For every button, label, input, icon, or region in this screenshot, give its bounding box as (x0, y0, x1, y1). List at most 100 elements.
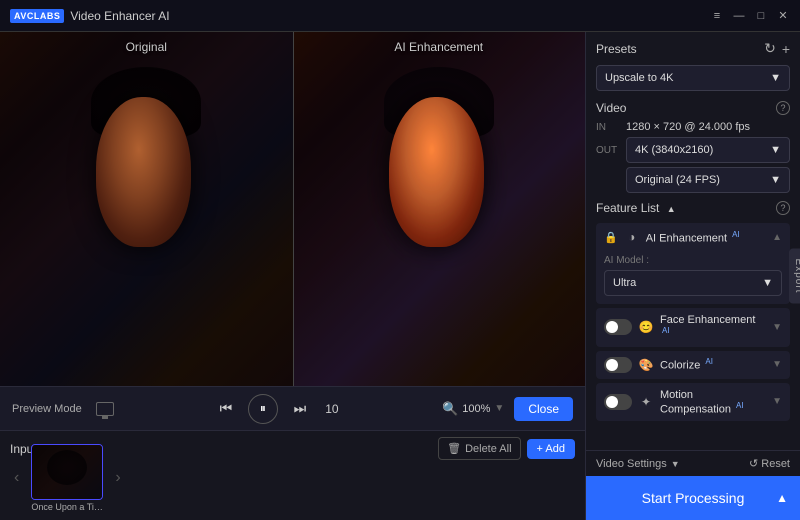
input-section: Input 🗑 Delete All + Add ‹ (0, 430, 585, 520)
face-left (96, 97, 191, 247)
logo-text: AVCLABS (10, 9, 64, 23)
ai-enhancement-icon: ◑ (624, 229, 640, 245)
right-scroll[interactable]: Presets ↻ + Upscale to 4K ▼ Video ? IN 1… (586, 32, 800, 450)
model-label: AI Model : (604, 255, 782, 266)
out-res-value: 4K (3840x2160) (635, 144, 713, 156)
ai-expand-icon[interactable]: ▲ (772, 232, 782, 243)
ai-bg (293, 32, 586, 386)
feature-motion-compensation: ✦ Motion Compensation AI ▼ (596, 383, 790, 422)
title-bar: AVCLABS Video Enhancer AI ≡ — □ ✕ (0, 0, 800, 32)
close-btn[interactable]: ✕ (776, 9, 790, 23)
preset-value: Upscale to 4K (605, 72, 673, 84)
face-name-text: Face Enhancement (660, 314, 755, 326)
fps-dropdown[interactable]: Original (24 FPS) ▼ (626, 167, 790, 193)
face-toggle[interactable] (604, 319, 632, 335)
export-tab[interactable]: Export (789, 249, 800, 304)
colorize-expand-icon[interactable]: ▼ (772, 359, 782, 370)
preset-chevron: ▼ (770, 72, 781, 84)
feature-help-icon[interactable]: ? (776, 201, 790, 215)
ai-badge-3: AI (736, 401, 744, 410)
start-processing-container[interactable]: Start Processing ▲ (586, 476, 800, 520)
colorize-name: Colorize AI (660, 357, 766, 372)
fps-value: Original (24 FPS) (635, 174, 720, 186)
feature-colorize: 🎨 Colorize AI ▼ (596, 351, 790, 379)
video-settings-bar: Video Settings ▼ ↺ Reset (586, 450, 800, 476)
preview-mode-label: Preview Mode (12, 403, 82, 415)
skip-fwd-btn[interactable]: ⏭ (288, 397, 312, 421)
add-preset-icon[interactable]: + (782, 41, 790, 57)
frame-counter: 10 (322, 402, 342, 416)
reset-btn[interactable]: ↺ Reset (749, 457, 790, 470)
feature-list-title-text: Feature List (596, 201, 659, 215)
colorize-icon: 🎨 (638, 357, 654, 373)
minimize-btn[interactable]: — (732, 9, 746, 23)
motion-icon: ✦ (638, 394, 654, 410)
zoom-control[interactable]: 🔍 100% ▼ (442, 401, 504, 417)
app-title: Video Enhancer AI (70, 9, 169, 23)
out-resolution-dropdown[interactable]: 4K (3840x2160) ▼ (626, 137, 790, 163)
left-panel: Original AI Enhancement (0, 32, 585, 520)
zoom-icon: 🔍 (442, 401, 458, 417)
zoom-level: 100% (462, 403, 490, 415)
video-settings-label[interactable]: Video Settings ▼ (596, 458, 680, 470)
scroll-right-btn[interactable]: › (111, 469, 124, 487)
ai-badge-2: AI (705, 357, 713, 366)
video-section-header: Video ? (596, 101, 790, 115)
vs-label-text: Video Settings (596, 458, 667, 470)
colorize-toggle[interactable] (604, 357, 632, 373)
model-value: Ultra (613, 277, 636, 289)
out-res-chevron: ▼ (770, 144, 781, 156)
start-processing-text: Start Processing (642, 490, 745, 506)
preset-dropdown[interactable]: Upscale to 4K ▼ (596, 65, 790, 91)
app-logo: AVCLABS Video Enhancer AI (10, 9, 710, 23)
face-container-right (374, 67, 504, 267)
preset-actions: ↻ + (764, 40, 790, 57)
right-panel: Presets ↻ + Upscale to 4K ▼ Video ? IN 1… (585, 32, 800, 520)
main-container: Original AI Enhancement (0, 32, 800, 520)
close-button[interactable]: Close (514, 397, 573, 421)
skip-back-btn[interactable]: ⏮ (214, 397, 238, 421)
thumbnail-container: Once Upon a Time in ... (31, 444, 103, 512)
pause-btn[interactable]: ⏸ (248, 394, 278, 424)
face-container-left (81, 67, 211, 267)
monitor-icon[interactable] (96, 402, 114, 416)
video-out-row: OUT 4K (3840x2160) ▼ (596, 137, 790, 163)
video-help-icon[interactable]: ? (776, 101, 790, 115)
feature-ai-header: 🔒 ◑ AI Enhancement AI ▲ (596, 223, 790, 251)
feature-ai-enhancement: 🔒 ◑ AI Enhancement AI ▲ AI Model : Ultra… (596, 223, 790, 304)
thumbnail-label: Once Upon a Time in ... (31, 502, 103, 512)
face-expand-icon[interactable]: ▼ (772, 322, 782, 333)
maximize-btn[interactable]: □ (754, 9, 768, 23)
motion-name-text: Motion Compensation (660, 389, 731, 416)
ai-enhancement-body: AI Model : Ultra ▼ (596, 251, 790, 304)
reset-label: ↺ Reset (749, 457, 790, 470)
face-name: Face Enhancement AI (660, 314, 766, 341)
window-controls: ≡ — □ ✕ (710, 9, 790, 23)
ai-badge-0: AI (732, 230, 740, 239)
motion-toggle[interactable] (604, 394, 632, 410)
ai-video: AI Enhancement (293, 32, 586, 386)
colorize-name-text: Colorize (660, 360, 700, 372)
feature-list-title: Feature List ▲ (596, 201, 676, 215)
ai-name-text: AI Enhancement (646, 232, 727, 244)
original-bg (0, 32, 293, 386)
face-icon: 😊 (638, 319, 654, 335)
motion-expand-icon[interactable]: ▼ (772, 396, 782, 407)
model-dropdown[interactable]: Ultra ▼ (604, 270, 782, 296)
out-label: OUT (596, 145, 618, 156)
start-expand-icon: ▲ (776, 491, 788, 505)
zoom-chevron: ▼ (494, 403, 504, 414)
refresh-icon[interactable]: ↻ (764, 40, 776, 57)
scroll-left-btn[interactable]: ‹ (10, 469, 23, 487)
controls-bar: Preview Mode ⏮ ⏸ ⏭ 10 🔍 100% ▼ Close (0, 386, 585, 430)
menu-btn[interactable]: ≡ (710, 9, 724, 23)
export-label: Export (793, 259, 800, 294)
feature-colorize-header: 🎨 Colorize AI ▼ (596, 351, 790, 379)
motion-name: Motion Compensation AI (660, 389, 766, 416)
in-value: 1280 × 720 @ 24.000 fps (626, 121, 750, 133)
thumbnail-item[interactable] (31, 444, 103, 500)
feature-list-header: Feature List ▲ ? (596, 201, 790, 215)
lock-icon: 🔒 (604, 231, 618, 244)
ai-badge-1: AI (662, 326, 670, 335)
presets-section: Presets ↻ + (596, 40, 790, 57)
